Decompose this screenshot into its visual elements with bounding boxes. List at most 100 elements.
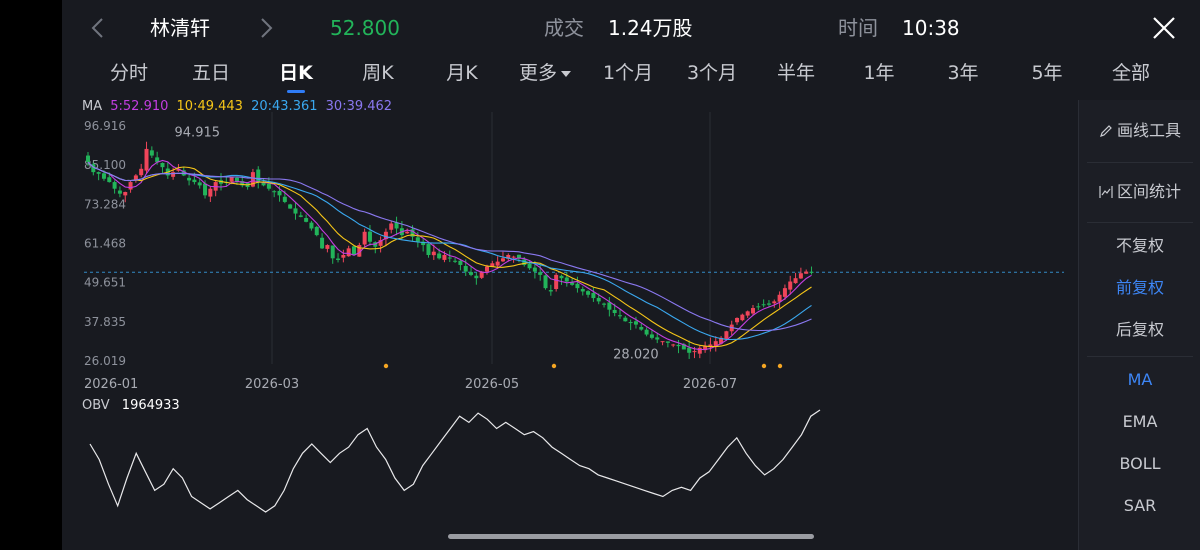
candle-body	[676, 344, 681, 347]
tab-5-year[interactable]: 5年	[1031, 60, 1062, 86]
candle-body	[618, 315, 622, 317]
candle-body	[187, 177, 192, 181]
adjust-none-button[interactable]: 不复权	[1079, 235, 1200, 257]
time-label: 时间	[838, 16, 878, 40]
x-tick-label: 2026-05	[465, 377, 519, 392]
candle-body	[389, 223, 394, 230]
candle-body	[633, 321, 638, 325]
event-marker	[777, 363, 783, 369]
obv-legend: OBV 1964933	[82, 398, 180, 413]
candle-body	[346, 248, 351, 257]
tab-half-year[interactable]: 半年	[777, 60, 815, 86]
candle-body	[644, 329, 649, 335]
candle-body	[665, 341, 670, 343]
x-tick-label: 2026-03	[245, 377, 299, 392]
candle-body	[320, 237, 325, 249]
candle-body	[793, 278, 798, 284]
obv-line	[89, 409, 821, 513]
candle-body	[798, 273, 803, 279]
candle-body	[804, 271, 809, 274]
indicator-boll-button[interactable]: BOLL	[1079, 453, 1200, 475]
x-tick-label: 2026-07	[683, 377, 737, 392]
tab-1-month[interactable]: 1个月	[603, 60, 653, 86]
candle-body	[314, 226, 319, 236]
adjust-forward-button[interactable]: 前复权	[1079, 277, 1200, 299]
obv-label: OBV	[82, 398, 110, 413]
chevron-left-icon[interactable]	[86, 16, 110, 40]
tab-day-k[interactable]: 日K	[279, 60, 313, 86]
tab-week-k[interactable]: 周K	[362, 60, 393, 86]
candle-body	[649, 334, 654, 338]
candle-body	[782, 288, 787, 297]
draw-tools-button[interactable]: 画线工具	[1079, 120, 1200, 142]
app-frame: 林清轩 52.800 成交 1.24万股 时间 10:38 分时 五日 日K 周…	[62, 0, 1200, 550]
period-tabs: 分时 五日 日K 周K 月K 更多 1个月 3个月 半年 1年 3年 5年 全部	[62, 56, 1200, 93]
indicator-sar-button[interactable]: SAR	[1079, 495, 1200, 517]
candle-body	[607, 302, 612, 310]
range-stats-button[interactable]: 区间统计	[1079, 181, 1200, 203]
candle-body	[362, 231, 367, 245]
tab-3-year[interactable]: 3年	[947, 60, 978, 86]
candle-body	[485, 266, 489, 272]
stock-name: 林清轩	[150, 16, 210, 40]
tab-minute[interactable]: 分时	[110, 60, 148, 86]
candle-body	[469, 272, 474, 275]
candle-body	[612, 309, 617, 314]
candle-body	[341, 254, 346, 258]
candle-body	[474, 275, 479, 279]
tab-month-k[interactable]: 月K	[446, 60, 477, 86]
adjust-backward-button[interactable]: 后复权	[1079, 319, 1200, 341]
tab-more[interactable]: 更多	[518, 60, 572, 86]
tab-1-year[interactable]: 1年	[863, 60, 894, 86]
candle-body	[86, 155, 90, 163]
current-price: 52.800	[330, 16, 400, 40]
tab-3-month[interactable]: 3个月	[687, 60, 737, 86]
y-tick-label: 85.100	[84, 158, 126, 172]
tab-all[interactable]: 全部	[1112, 60, 1150, 86]
candle-body	[272, 191, 277, 193]
candle-body	[309, 222, 314, 229]
candle-body	[463, 265, 468, 272]
candle-body	[149, 150, 154, 156]
range-stats-label: 区间统计	[1116, 182, 1181, 201]
candle-body	[639, 326, 644, 330]
candle-body	[442, 254, 447, 260]
chevron-right-icon[interactable]	[254, 16, 278, 40]
indicator-ema-button[interactable]: EMA	[1079, 411, 1200, 433]
tab-more-label: 更多	[518, 62, 558, 84]
candle-body	[692, 351, 697, 353]
candle-body	[367, 231, 372, 242]
home-indicator	[448, 534, 814, 539]
candle-body	[756, 306, 761, 308]
candle-body	[772, 301, 777, 304]
candle-body	[405, 231, 410, 234]
candle-body	[415, 237, 420, 242]
volume-label: 成交	[544, 16, 584, 40]
candle-body	[330, 245, 335, 259]
candle-body	[602, 303, 607, 305]
candle-body	[586, 291, 591, 295]
candle-body	[735, 317, 740, 323]
candle-body	[117, 190, 122, 194]
draw-tools-label: 画线工具	[1116, 121, 1181, 140]
close-icon[interactable]	[1150, 14, 1178, 42]
divider	[1087, 222, 1193, 223]
candle-body	[548, 290, 553, 292]
side-panel: 画线工具 区间统计 不复权 前复权 后复权 MA EMA BOLL SAR	[1078, 100, 1200, 550]
candle-body	[564, 277, 569, 282]
low-annotation: 28.020	[613, 347, 659, 362]
kline-chart[interactable]: 96.916 85.100 73.284 61.468 49.651 37.835 26.0…	[62, 92, 1078, 532]
tab-five-day[interactable]: 五日	[192, 60, 230, 86]
candle-body	[596, 297, 601, 302]
candle-body	[325, 245, 330, 249]
header: 林清轩 52.800 成交 1.24万股 时间 10:38	[62, 0, 1200, 56]
pen-icon	[1100, 125, 1112, 137]
candle-body	[655, 337, 660, 340]
candle-body	[266, 183, 271, 189]
divider	[1087, 356, 1193, 357]
indicator-ma-button[interactable]: MA	[1079, 369, 1200, 391]
x-tick-label: 2026-01	[84, 377, 138, 392]
candle-body	[293, 208, 298, 214]
candle-body	[229, 177, 234, 182]
candle-body	[559, 275, 564, 279]
